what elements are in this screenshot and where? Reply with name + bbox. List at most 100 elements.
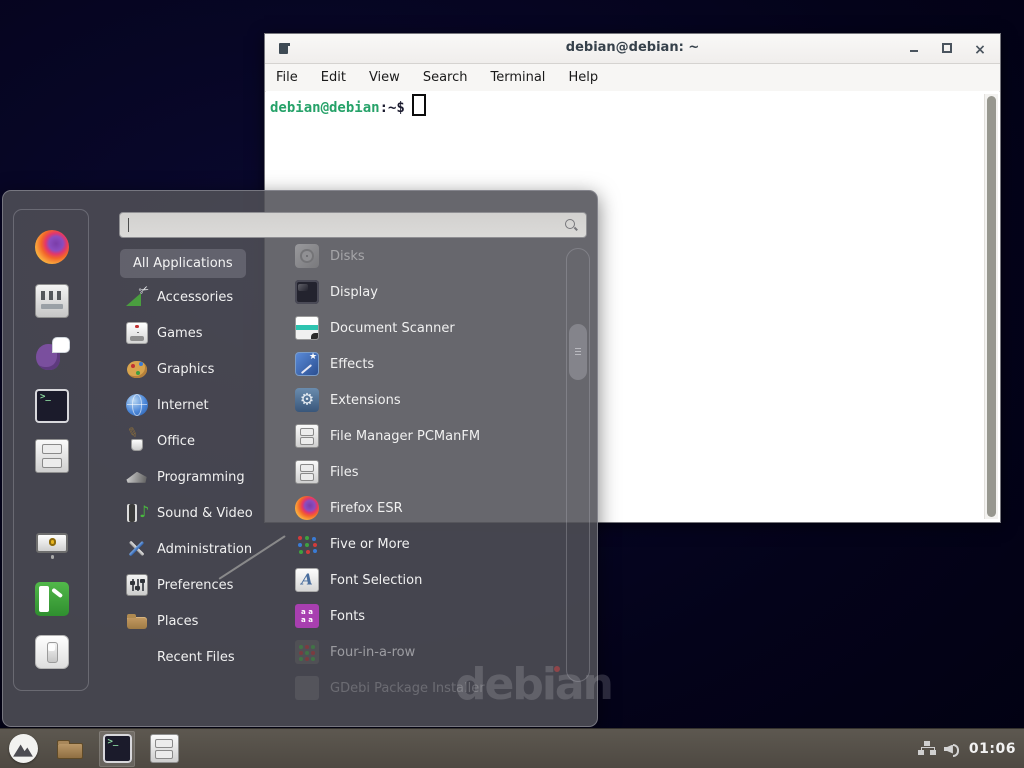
favorite-launcher[interactable] bbox=[35, 439, 69, 473]
app-label: Extensions bbox=[330, 393, 401, 408]
favorite-launcher[interactable] bbox=[35, 530, 69, 564]
programming-icon bbox=[126, 466, 148, 488]
font-selection-icon bbox=[295, 568, 319, 592]
maximize-button[interactable] bbox=[939, 40, 955, 56]
terminal-menu-item[interactable]: Search bbox=[423, 70, 468, 85]
app-label: GDebi Package Installer bbox=[330, 681, 485, 696]
taskbar-launcher[interactable] bbox=[99, 731, 135, 767]
favorite-launcher[interactable] bbox=[35, 337, 69, 371]
category-row[interactable]: Places bbox=[120, 603, 270, 639]
app-row[interactable]: Files bbox=[264, 454, 562, 490]
volume-icon[interactable] bbox=[944, 741, 960, 757]
disks-icon bbox=[295, 244, 319, 268]
favorite-launcher[interactable] bbox=[35, 230, 69, 264]
taskbar: 01:06 bbox=[0, 728, 1024, 768]
category-row[interactable]: Recent Files bbox=[120, 639, 270, 675]
favorite-launcher[interactable] bbox=[35, 284, 69, 318]
favorite-launcher[interactable] bbox=[35, 389, 69, 423]
app-label: Fonts bbox=[330, 609, 365, 624]
terminal-menu-item[interactable]: Edit bbox=[321, 70, 346, 85]
application-list: Disks Display Document Scanner Effects E… bbox=[264, 238, 562, 706]
category-label: Preferences bbox=[157, 578, 233, 593]
category-list: Accessories Games Graphics Internet Offi… bbox=[120, 279, 270, 675]
terminal-menu-item[interactable]: Terminal bbox=[490, 70, 545, 85]
taskbar-launchers bbox=[0, 729, 182, 768]
category-label: Sound & Video bbox=[157, 506, 253, 521]
favorite-launcher[interactable] bbox=[35, 635, 69, 669]
minimize-button[interactable] bbox=[906, 40, 922, 56]
file-manager-icon bbox=[35, 439, 69, 473]
lock-screen-icon bbox=[35, 530, 69, 564]
app-row[interactable]: Disks bbox=[264, 238, 562, 274]
taskbar-launcher[interactable] bbox=[146, 731, 182, 767]
games-icon bbox=[126, 322, 148, 344]
menu-scrollbar[interactable] bbox=[566, 248, 590, 682]
category-row[interactable]: Accessories bbox=[120, 279, 270, 315]
network-icon[interactable] bbox=[918, 741, 935, 756]
system-tray: 01:06 bbox=[918, 741, 1024, 757]
app-label: Font Selection bbox=[330, 573, 422, 588]
all-applications-button[interactable]: All Applications bbox=[120, 249, 246, 278]
display-icon bbox=[295, 280, 319, 304]
favorite-launcher[interactable] bbox=[35, 582, 69, 616]
app-row[interactable]: Effects bbox=[264, 346, 562, 382]
pidgin-icon bbox=[35, 337, 69, 371]
terminal-cursor bbox=[412, 94, 426, 116]
terminal-scrollbar[interactable] bbox=[984, 94, 998, 519]
category-label: Games bbox=[157, 326, 202, 341]
category-row[interactable]: Internet bbox=[120, 387, 270, 423]
five-or-more-icon bbox=[295, 532, 319, 556]
app-row[interactable]: Firefox ESR bbox=[264, 490, 562, 526]
category-row[interactable]: Programming bbox=[120, 459, 270, 495]
document-scanner-icon bbox=[295, 316, 319, 340]
terminal-menu-item[interactable]: View bbox=[369, 70, 400, 85]
prompt-user: debian@debian bbox=[270, 100, 380, 116]
close-icon bbox=[974, 39, 986, 58]
menu-scrollbar-thumb[interactable] bbox=[569, 324, 587, 380]
terminal-menubar: File Edit View Search Terminal Help bbox=[265, 64, 1000, 92]
app-row[interactable]: GDebi Package Installer bbox=[264, 670, 562, 706]
app-row[interactable]: File Manager PCManFM bbox=[264, 418, 562, 454]
terminal-menu-item[interactable]: Help bbox=[568, 70, 598, 85]
window-title: debian@debian: ~ bbox=[265, 40, 1000, 55]
app-row[interactable]: Document Scanner bbox=[264, 310, 562, 346]
app-row[interactable]: Five or More bbox=[264, 526, 562, 562]
terminal-menu-item[interactable]: File bbox=[276, 70, 298, 85]
files-icon bbox=[295, 460, 319, 484]
terminal-scrollbar-thumb[interactable] bbox=[987, 96, 996, 517]
terminal-icon bbox=[103, 734, 132, 763]
minimize-icon bbox=[910, 50, 918, 52]
terminal-icon bbox=[35, 389, 69, 423]
category-label: Places bbox=[157, 614, 198, 629]
app-label: Display bbox=[330, 285, 378, 300]
app-row[interactable]: Display bbox=[264, 274, 562, 310]
close-button[interactable] bbox=[972, 40, 988, 56]
logout-icon bbox=[35, 582, 69, 616]
taskbar-launcher[interactable] bbox=[5, 731, 41, 767]
category-label: Accessories bbox=[157, 290, 233, 305]
internet-icon bbox=[126, 394, 148, 416]
favorites-sidebar bbox=[13, 209, 89, 691]
app-label: Files bbox=[330, 465, 359, 480]
category-row[interactable]: Graphics bbox=[120, 351, 270, 387]
audio-mixer-icon bbox=[35, 284, 69, 318]
app-row[interactable]: Fonts bbox=[264, 598, 562, 634]
category-row[interactable]: Preferences bbox=[120, 567, 270, 603]
category-row[interactable]: Games bbox=[120, 315, 270, 351]
category-label: Graphics bbox=[157, 362, 214, 377]
category-row[interactable]: Administration bbox=[120, 531, 270, 567]
app-row[interactable]: Font Selection bbox=[264, 562, 562, 598]
taskbar-launcher[interactable] bbox=[52, 731, 88, 767]
app-row[interactable]: Four-in-a-row bbox=[264, 634, 562, 670]
taskbar-clock[interactable]: 01:06 bbox=[969, 741, 1016, 757]
places-icon bbox=[126, 610, 148, 632]
category-row[interactable]: Office bbox=[120, 423, 270, 459]
terminal-titlebar[interactable]: debian@debian: ~ bbox=[265, 34, 1000, 64]
category-row[interactable]: Sound & Video bbox=[120, 495, 270, 531]
folder-icon bbox=[56, 734, 85, 763]
category-label: Programming bbox=[157, 470, 245, 485]
app-row[interactable]: Extensions bbox=[264, 382, 562, 418]
search-input[interactable] bbox=[119, 212, 587, 238]
desktop: { "terminal": { "title": "debian@debian:… bbox=[0, 0, 1024, 768]
fonts-icon bbox=[295, 604, 319, 628]
